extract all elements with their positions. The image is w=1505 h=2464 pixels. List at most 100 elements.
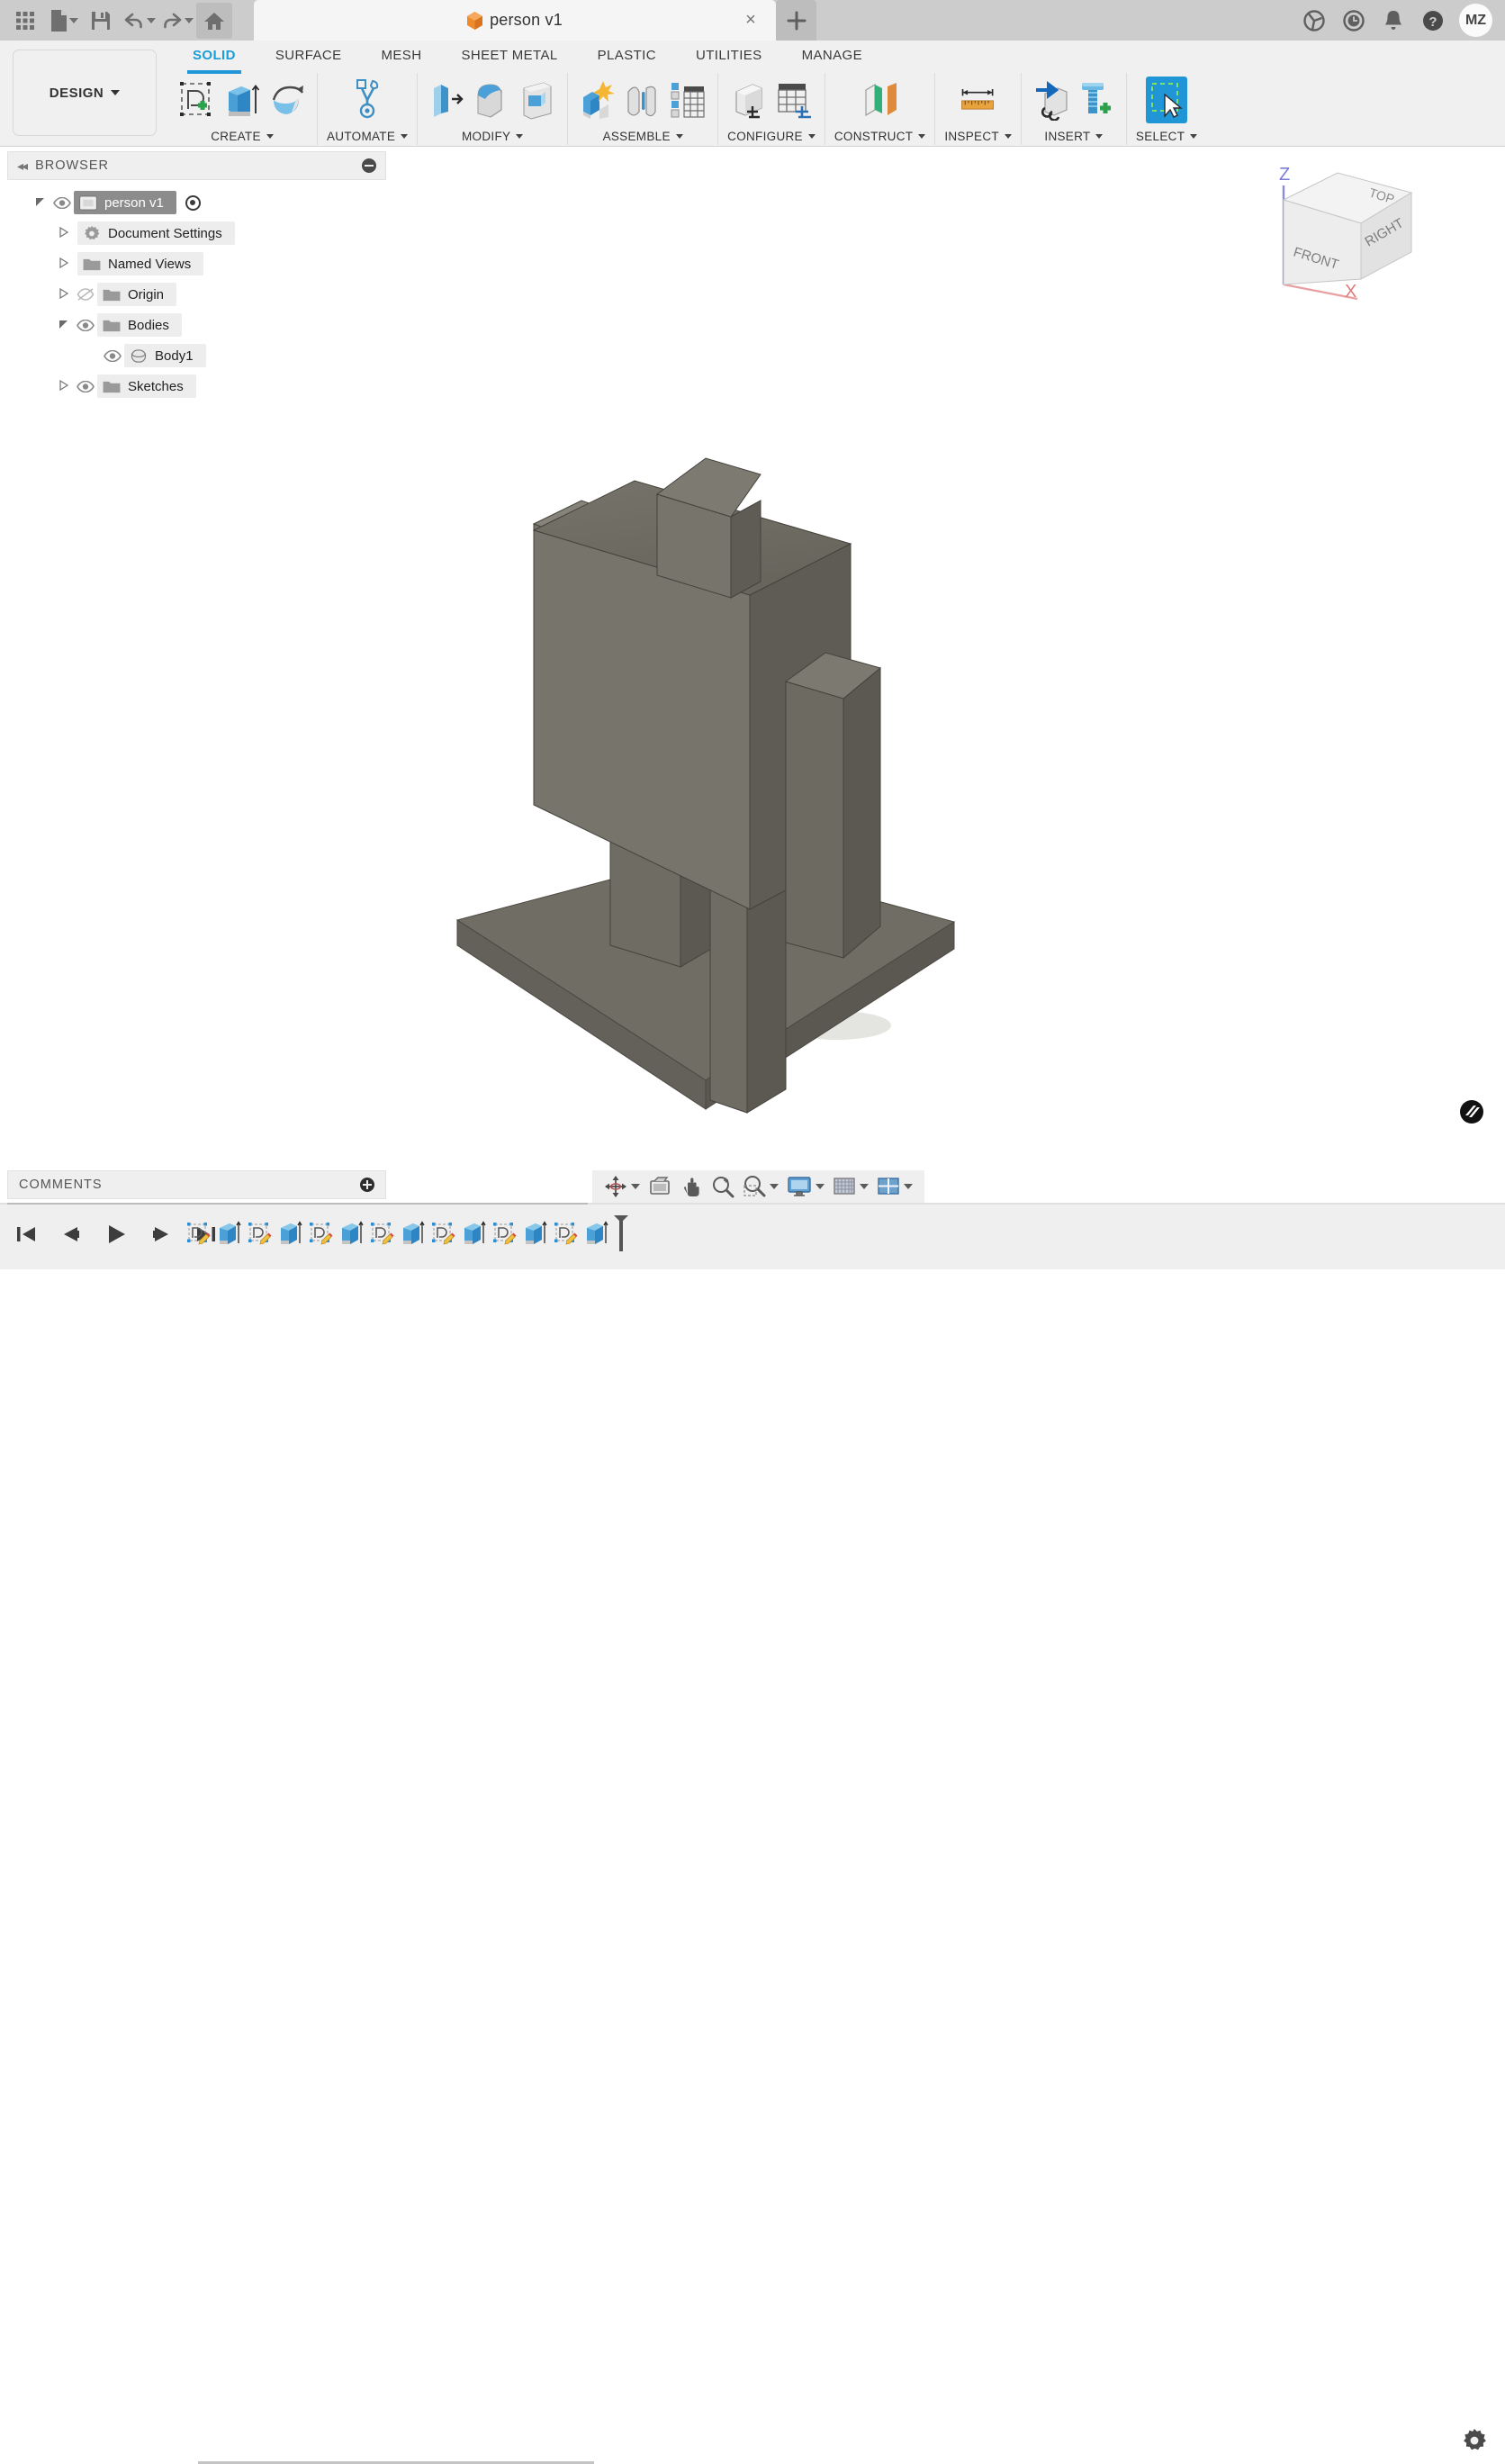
- ribbon-group-label-inspect[interactable]: INSPECT: [944, 127, 1012, 145]
- step-forward-icon[interactable]: [146, 1219, 176, 1250]
- tree-row-document-settings[interactable]: Document Settings: [7, 218, 386, 248]
- timeline-end-marker[interactable]: [611, 1215, 631, 1251]
- new-file-icon[interactable]: [45, 3, 81, 39]
- new-file-caret-icon[interactable]: [68, 17, 78, 23]
- extrude-icon[interactable]: [221, 77, 263, 123]
- ribbon-group-label-modify[interactable]: MODIFY: [462, 127, 524, 145]
- extensions-icon[interactable]: [1301, 7, 1328, 34]
- avatar[interactable]: MZ: [1459, 4, 1492, 37]
- collapse-icon[interactable]: ◂◂: [17, 158, 28, 174]
- tree-row-named-views[interactable]: Named Views: [7, 248, 386, 279]
- expand-arrow-right-icon[interactable]: [54, 287, 74, 302]
- orbit-icon[interactable]: [601, 1173, 643, 1200]
- fillet-icon[interactable]: [472, 77, 513, 123]
- tab-surface[interactable]: SURFACE: [256, 41, 362, 71]
- zoom-icon[interactable]: [708, 1173, 737, 1200]
- measure-icon[interactable]: [958, 77, 999, 123]
- tab-plastic[interactable]: PLASTIC: [578, 41, 676, 71]
- visibility-eye-icon[interactable]: [101, 349, 124, 362]
- timeline-extrude-icon[interactable]: [213, 1215, 244, 1251]
- tree-row-body[interactable]: person v1: [74, 191, 176, 214]
- save-icon[interactable]: [83, 3, 119, 39]
- undo-icon[interactable]: [121, 3, 157, 39]
- ribbon-group-label-configure[interactable]: CONFIGURE: [727, 127, 816, 145]
- tab-utilities[interactable]: UTILITIES: [676, 41, 782, 71]
- timeline-extrude-icon[interactable]: [581, 1215, 611, 1251]
- play-back-icon[interactable]: [101, 1219, 131, 1250]
- close-icon[interactable]: ×: [742, 11, 760, 30]
- timeline-extrude-icon[interactable]: [519, 1215, 550, 1251]
- ribbon-group-label-select[interactable]: SELECT: [1136, 127, 1198, 145]
- tree-row-body[interactable]: Bodies: [97, 313, 182, 337]
- visibility-eye-icon[interactable]: [50, 196, 74, 209]
- offset-plane-icon[interactable]: [860, 77, 901, 123]
- select-window-icon[interactable]: [1146, 77, 1188, 123]
- ribbon-group-label-insert[interactable]: INSERT: [1044, 127, 1104, 145]
- press-pull-icon[interactable]: [427, 77, 468, 123]
- tree-row-body[interactable]: Body1: [124, 344, 206, 367]
- step-back-icon[interactable]: [56, 1219, 86, 1250]
- insert-derive-icon[interactable]: [1031, 77, 1072, 123]
- ribbon-group-label-automate[interactable]: AUTOMATE: [327, 127, 409, 145]
- timeline-sketch-icon[interactable]: [244, 1215, 275, 1251]
- tab-mesh[interactable]: MESH: [362, 41, 442, 71]
- tree-row-bodies[interactable]: Bodies: [7, 310, 386, 340]
- expand-arrow-down-icon[interactable]: [31, 196, 50, 210]
- expand-arrow-right-icon[interactable]: [54, 257, 74, 271]
- expand-arrow-right-icon[interactable]: [54, 379, 74, 393]
- activate-component-radio[interactable]: [185, 194, 201, 211]
- autodesk-badge-icon[interactable]: [1460, 1100, 1483, 1124]
- revolve-icon[interactable]: [266, 77, 308, 123]
- grid-snaps-icon[interactable]: [830, 1173, 871, 1200]
- visibility-eye-icon[interactable]: [74, 319, 97, 331]
- view-cube[interactable]: Z X TOP FRONT RIGHT: [1267, 166, 1438, 301]
- go-to-beginning-icon[interactable]: [11, 1219, 41, 1250]
- undo-caret-icon[interactable]: [146, 17, 156, 23]
- visibility-eye-off-icon[interactable]: [74, 288, 97, 301]
- help-icon[interactable]: ?: [1419, 7, 1446, 34]
- new-component-icon[interactable]: [577, 77, 618, 123]
- zoom-window-icon[interactable]: [740, 1173, 781, 1200]
- automate-icon[interactable]: [347, 77, 388, 123]
- tree-row-body1[interactable]: Body1: [7, 340, 386, 371]
- tree-row-body[interactable]: Origin: [97, 283, 177, 306]
- joint-icon[interactable]: [622, 77, 663, 123]
- tree-row-body[interactable]: Named Views: [77, 252, 204, 275]
- tree-row-body[interactable]: Document Settings: [77, 221, 235, 245]
- look-at-icon[interactable]: [645, 1173, 674, 1200]
- tree-row-sketches[interactable]: Sketches: [7, 371, 386, 402]
- configure-part-icon[interactable]: [728, 77, 770, 123]
- display-settings-icon[interactable]: [784, 1173, 827, 1200]
- table-icon[interactable]: [667, 77, 708, 123]
- app-grid-icon[interactable]: [7, 3, 43, 39]
- timeline-extrude-icon[interactable]: [336, 1215, 366, 1251]
- expand-arrow-right-icon[interactable]: [54, 226, 74, 240]
- shell-icon[interactable]: [517, 77, 558, 123]
- new-tab-button[interactable]: [776, 0, 816, 41]
- sketch-create-icon[interactable]: [176, 77, 218, 123]
- timeline-extrude-icon[interactable]: [275, 1215, 305, 1251]
- configure-table-icon[interactable]: [773, 77, 815, 123]
- timeline-sketch-icon[interactable]: [305, 1215, 336, 1251]
- redo-icon[interactable]: [158, 3, 194, 39]
- visibility-eye-icon[interactable]: [74, 380, 97, 393]
- timeline-sketch-icon[interactable]: [428, 1215, 458, 1251]
- timeline-sketch-icon[interactable]: [550, 1215, 581, 1251]
- viewports-icon[interactable]: [874, 1173, 915, 1200]
- tree-row-body[interactable]: Sketches: [97, 375, 196, 398]
- expand-arrow-down-icon[interactable]: [54, 319, 74, 332]
- timeline-extrude-icon[interactable]: [397, 1215, 428, 1251]
- timeline-extrude-icon[interactable]: [458, 1215, 489, 1251]
- insert-mcmaster-icon[interactable]: [1076, 77, 1117, 123]
- workspace-selector[interactable]: DESIGN: [13, 50, 157, 136]
- gear-icon[interactable]: [1460, 2426, 1489, 2455]
- ribbon-group-label-construct[interactable]: CONSTRUCT: [834, 127, 926, 145]
- timeline-sketch-icon[interactable]: [489, 1215, 519, 1251]
- pan-icon[interactable]: [677, 1173, 706, 1200]
- tab-sheet-metal[interactable]: SHEET METAL: [441, 41, 577, 71]
- add-comment-button[interactable]: [360, 1178, 374, 1192]
- browser-minimize-button[interactable]: [362, 158, 376, 173]
- tree-row-origin[interactable]: Origin: [7, 279, 386, 310]
- tab-solid[interactable]: SOLID: [173, 41, 256, 74]
- timeline-sketch-icon[interactable]: [183, 1215, 213, 1251]
